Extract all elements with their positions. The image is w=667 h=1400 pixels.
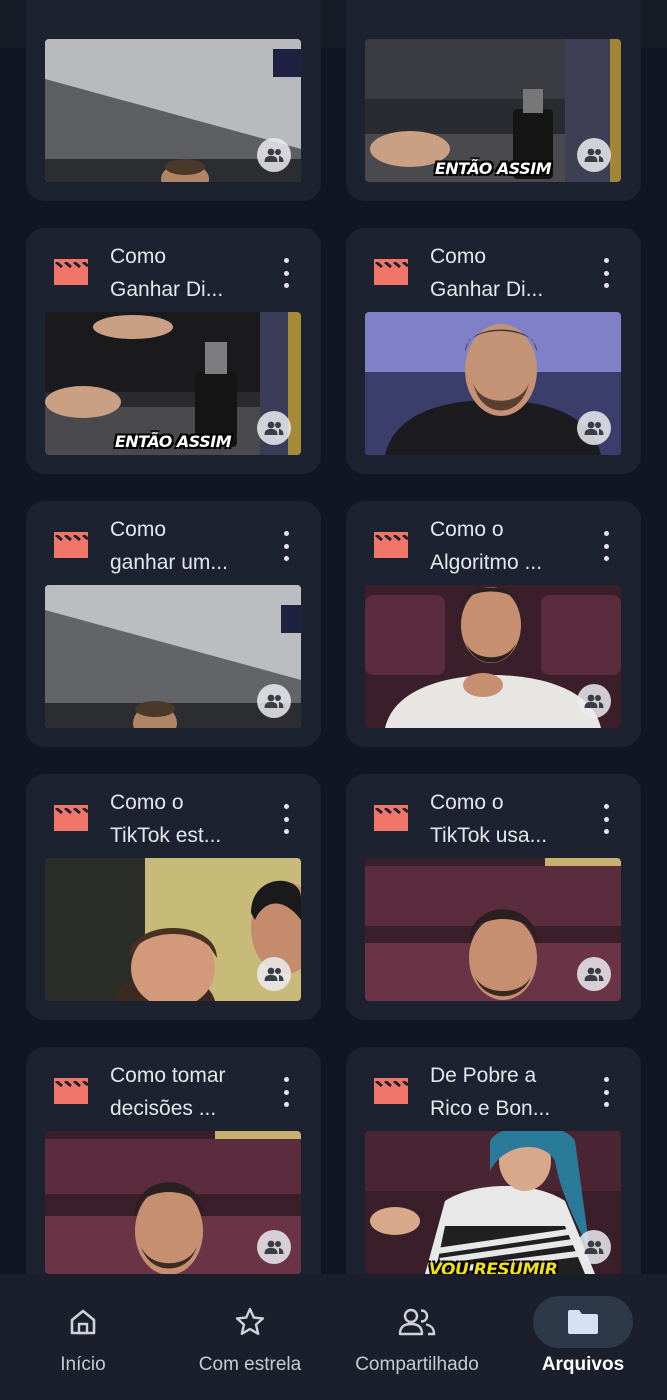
file-title: Como Ganhar Di... [110,245,224,301]
video-thumbnail [365,585,621,728]
nav-label: Compartilhado [355,1354,479,1375]
bottom-navigation: Início Com estrela Compartilhado Arquivo… [0,1274,667,1400]
nav-label: Arquivos [541,1354,625,1375]
nav-home[interactable]: Início [3,1274,163,1400]
video-thumbnail: ENTÃO ASSIM [45,312,301,455]
nav-starred[interactable]: Com estrela [170,1274,330,1400]
more-options-icon[interactable] [279,531,293,561]
file-title: Como ganhar um... [110,518,228,574]
file-card[interactable]: Como o Algoritmo ... [346,501,641,747]
file-card[interactable]: Como ganhar um... [26,501,321,747]
more-options-icon[interactable] [599,804,613,834]
video-file-icon [374,1078,408,1104]
home-icon [33,1296,133,1348]
more-options-icon[interactable] [279,1077,293,1107]
nav-shared[interactable]: Compartilhado [337,1274,497,1400]
file-card[interactable]: Como tomar decisões ... [26,1047,321,1274]
more-options-icon[interactable] [599,258,613,288]
file-card[interactable]: Como o TikTok usa... [346,774,641,1020]
shared-icon [577,411,611,445]
star-icon [200,1296,300,1348]
shared-icon [257,411,291,445]
video-file-icon [54,1078,88,1104]
video-thumbnail [365,312,621,455]
video-thumbnail [365,858,621,1001]
video-file-icon [374,259,408,285]
more-options-icon[interactable] [279,258,293,288]
shared-icon [577,138,611,172]
file-card[interactable]: De Pobre a Rico e Bon... VOU RESUMIR [346,1047,641,1274]
video-file-icon [374,805,408,831]
shared-icon [577,684,611,718]
more-options-icon[interactable] [599,531,613,561]
people-icon [367,1296,467,1348]
more-options-icon[interactable] [279,804,293,834]
nav-label: Com estrela [198,1354,302,1375]
video-thumbnail [45,1131,301,1274]
video-file-icon [54,532,88,558]
file-title: Como Ganhar Di... [430,245,544,301]
folder-icon [533,1296,633,1348]
video-file-icon [54,259,88,285]
file-card[interactable]: Como Ganhar Di... ENTÃO ASSIM [26,228,321,474]
video-file-icon [374,532,408,558]
shared-icon [257,1230,291,1264]
more-options-icon[interactable] [599,1077,613,1107]
file-card[interactable]: Como Ganhar Di... [346,228,641,474]
nav-files[interactable]: Arquivos [503,1274,663,1400]
video-file-icon [54,805,88,831]
file-title: Como o TikTok usa... [430,791,548,847]
shared-icon [257,957,291,991]
thumbnail-caption: VOU RESUMIR [428,1260,558,1274]
file-grid: ENTÃO ASSIM Como Ganhar Di... ENTÃO ASSI… [0,0,667,1274]
video-thumbnail [45,585,301,728]
video-thumbnail [45,858,301,1001]
nav-label: Início [60,1354,106,1375]
file-card[interactable]: ENTÃO ASSIM [346,0,641,201]
file-title: Como o Algoritmo ... [430,518,543,574]
file-title: Como o TikTok est... [110,791,222,847]
file-title: De Pobre a Rico e Bon... [430,1064,551,1120]
shared-icon [257,138,291,172]
video-thumbnail: ENTÃO ASSIM [365,39,621,182]
file-card[interactable]: Como o TikTok est... [26,774,321,1020]
video-thumbnail [45,39,301,182]
file-card[interactable] [26,0,321,201]
video-thumbnail: VOU RESUMIR [365,1131,621,1274]
shared-icon [257,684,291,718]
shared-icon [577,957,611,991]
shared-icon [577,1230,611,1264]
file-title: Como tomar decisões ... [110,1064,226,1120]
